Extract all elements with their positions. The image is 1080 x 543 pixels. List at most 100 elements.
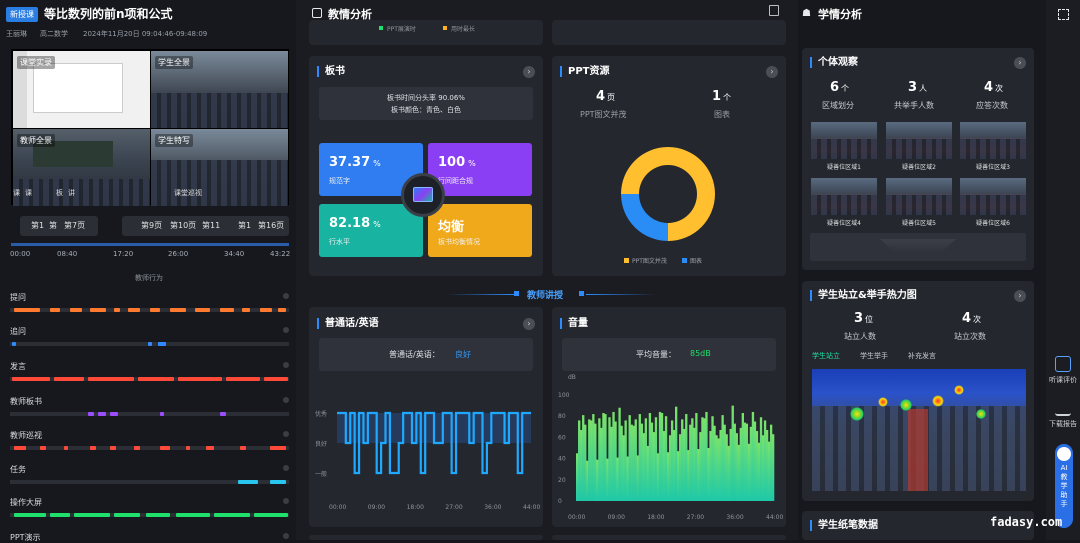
behavior-segment (70, 308, 82, 312)
volume-title: 音量 (560, 318, 588, 329)
video-control[interactable]: 课 (13, 188, 20, 198)
behavior-toggle-icon[interactable] (283, 431, 289, 437)
page-tab[interactable]: 第7页 (64, 220, 85, 231)
page-tab[interactable]: 第10页 (170, 220, 196, 231)
volume-bar (735, 433, 738, 501)
heatmap-tab-speak[interactable]: 补充发言 (908, 351, 936, 361)
volume-bar (711, 416, 714, 501)
video-student-panorama[interactable]: 学生全景 (151, 51, 288, 128)
video-control[interactable]: 课 (25, 188, 32, 198)
behavior-segment (195, 308, 210, 312)
volume-x-tick: 00:00 (568, 514, 585, 521)
behavior-toggle-icon[interactable] (283, 397, 289, 403)
video-control[interactable]: 板 (56, 188, 63, 198)
mandarin-card: 普通话/英语 › 普通话/英语： 良好 优秀 良好 一般 00:00 09:00 18:0… (309, 307, 543, 527)
behavior-segment (220, 412, 226, 416)
behavior-track[interactable] (10, 412, 289, 416)
page-tab[interactable]: 第16页 (258, 220, 284, 231)
volume-bar (737, 444, 740, 501)
video-control[interactable]: 课堂巡视 (174, 188, 202, 198)
volume-bar (713, 425, 716, 501)
sidebar-item-evaluate[interactable]: 听课评价 (1046, 356, 1080, 385)
heatmap-detail-arrow-icon[interactable]: › (1014, 290, 1026, 302)
board-info-box: 板书时间分头率 90.06% 板书颜色：青色、白色 (319, 87, 533, 120)
behavior-toggle-icon[interactable] (283, 465, 289, 471)
behavior-label: 操作大屏 (10, 498, 42, 507)
volume-card: 音量 平均音量： 85dB dB 100 80 60 40 20 0 00:00 09:00 18… (552, 307, 786, 527)
behavior-track[interactable] (10, 480, 289, 484)
zone-thumbnail[interactable] (811, 122, 877, 159)
zone-thumbnail[interactable] (960, 122, 1026, 159)
behavior-toggle-icon[interactable] (283, 362, 289, 368)
behavior-track[interactable] (10, 446, 289, 450)
page-tab[interactable]: 第11 (202, 220, 220, 231)
legend-swatch (379, 26, 383, 30)
volume-bar (747, 443, 751, 501)
legend-item: 用时最长 (451, 26, 476, 33)
mandarin-x-tick: 44:00 (523, 504, 540, 511)
mandarin-detail-arrow-icon[interactable]: › (523, 318, 535, 330)
volume-bar (608, 417, 611, 501)
page-tab[interactable]: 第1 (238, 220, 251, 231)
zone-label: 疑善位区域4 (827, 220, 861, 227)
volume-chart: dB 100 80 60 40 20 0 00:00 09:00 18:00 27:00 36:00 4… (558, 374, 783, 521)
volume-bar (654, 417, 658, 501)
volume-bar (666, 452, 670, 501)
video-control[interactable]: 讲 (68, 188, 75, 198)
volume-bar (594, 423, 597, 501)
behavior-toggle-icon[interactable] (283, 327, 289, 333)
individual-detail-arrow-icon[interactable]: › (1014, 57, 1026, 69)
page-tab[interactable]: 第 (49, 220, 57, 231)
volume-bar (683, 428, 686, 501)
zone-thumbnail[interactable] (886, 122, 952, 159)
page-tab[interactable]: 第1 (31, 220, 44, 231)
behavior-segment (40, 446, 46, 450)
heatmap-tab-hand[interactable]: 学生举手 (860, 351, 888, 361)
behavior-track[interactable] (10, 513, 289, 517)
volume-bar (757, 442, 761, 501)
behavior-toggle-icon[interactable] (283, 498, 289, 504)
sidebar-item-download[interactable]: 下载报告 (1046, 400, 1080, 429)
video-grid[interactable]: 课堂实录 学生全景 教师全景 学生特写 (11, 49, 289, 206)
volume-bar (606, 458, 609, 501)
video-label: 教师全景 (17, 134, 55, 147)
zone-carousel-track[interactable] (810, 233, 1026, 261)
volume-bar (691, 418, 694, 501)
behavior-track[interactable] (10, 308, 289, 312)
mandarin-x-tick: 18:00 (407, 504, 424, 511)
fullscreen-icon[interactable] (1058, 9, 1069, 20)
heatmap-card: 学生站立&举手热力图 › 3位 站立人数 4次 站立次数 学生站立 学生举手 补… (802, 281, 1034, 501)
board-detail-arrow-icon[interactable]: › (523, 66, 535, 78)
volume-bar (582, 415, 585, 501)
volume-bar (626, 456, 629, 501)
volume-bar (640, 423, 643, 501)
heatmap-tab-stand[interactable]: 学生站立 (812, 351, 840, 361)
behavior-toggle-icon[interactable] (283, 533, 289, 539)
behavior-track[interactable] (10, 377, 289, 381)
individual-title: 个体观察 (810, 57, 858, 68)
playback-timeline[interactable] (11, 243, 289, 246)
ppt-detail-arrow-icon[interactable]: › (766, 66, 778, 78)
volume-bar (727, 445, 730, 501)
behavior-segment (14, 446, 26, 450)
mandarin-level-label: 一般 (315, 470, 327, 478)
zone-thumbnail[interactable] (886, 178, 952, 215)
heatmap-stat-label: 站立次数 (954, 332, 986, 341)
behavior-toggle-icon[interactable] (283, 293, 289, 299)
behavior-track[interactable] (10, 342, 289, 346)
board-metric-value: 均衡 (438, 220, 465, 235)
zone-thumbnail[interactable] (811, 178, 877, 215)
volume-bar (586, 460, 589, 501)
zone-thumbnail[interactable] (960, 178, 1026, 215)
page-tab[interactable]: 第9页 (141, 220, 162, 231)
video-classroom-record[interactable]: 课堂实录 (13, 51, 150, 128)
volume-bar (588, 419, 591, 501)
legend-swatch (443, 26, 447, 30)
behavior-segment (264, 377, 288, 381)
divider-line (446, 294, 516, 295)
volume-bar (620, 425, 623, 501)
volume-bar (672, 429, 676, 501)
volume-bar (670, 420, 674, 501)
behavior-segment (270, 480, 286, 484)
layout-toggle-icon[interactable] (769, 5, 779, 16)
